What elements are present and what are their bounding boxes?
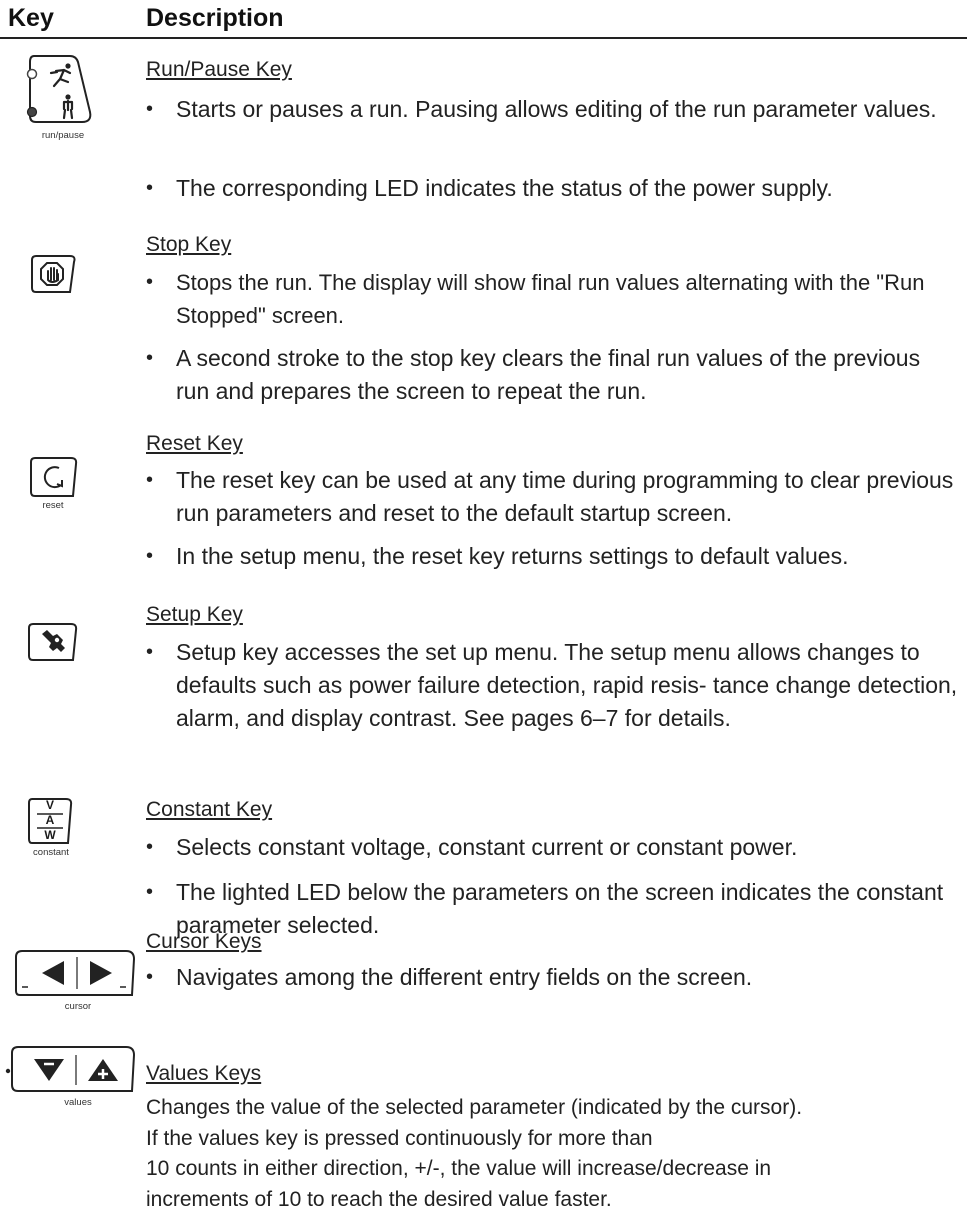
run-pause-key-title: Run/Pause Key <box>146 58 292 81</box>
setup-key-title: Setup Key <box>146 603 243 626</box>
reset-bullet-1: • The reset key can be used at any time … <box>146 467 954 526</box>
values-keys-icon <box>4 1043 140 1099</box>
column-header-key: Key <box>8 4 54 32</box>
values-line-2: If the values key is pressed continuousl… <box>146 1126 653 1150</box>
run-pause-key-icon <box>24 52 94 128</box>
constant-key-icon: V A W <box>28 797 74 845</box>
constant-key-letter-v: V <box>45 798 54 812</box>
constant-key-caption: constant <box>33 847 69 858</box>
setup-wrench-key-icon <box>27 620 79 666</box>
run-pause-bullet-1: • Starts or pauses a run. Pausing allows… <box>146 96 937 122</box>
cursor-keys-title: Cursor Keys <box>146 930 262 953</box>
constant-bullet-1: • Selects constant voltage, constant cur… <box>146 834 798 860</box>
stop-bullet-2: • A second stroke to the stop key clears… <box>146 345 921 404</box>
run-pause-key-caption: run/pause <box>41 130 85 141</box>
values-keys-description: Changes the value of the selected parame… <box>146 1093 961 1215</box>
reset-bullet-2: • In the setup menu, the reset key retur… <box>146 543 849 569</box>
values-line-1: Changes the value of the selected parame… <box>146 1096 803 1119</box>
constant-key-title: Constant Key <box>146 798 273 821</box>
run-pause-bullet-2: • The corresponding LED indicates the st… <box>146 175 833 201</box>
reset-key-title: Reset Key <box>146 432 243 455</box>
cursor-bullet-1: • Navigates among the different entry fi… <box>146 964 753 990</box>
stop-key-title: Stop Key <box>146 233 232 256</box>
values-keys-title: Values Keys <box>146 1062 262 1085</box>
cursor-keys-icon <box>14 947 140 1001</box>
values-line-3: 10 counts in either direction, +/-, the … <box>146 1157 772 1180</box>
reset-key-caption: reset <box>42 500 64 511</box>
constant-key-letter-w: W <box>44 828 56 842</box>
constant-bullet-2: • The lighted LED below the parameters o… <box>146 879 944 938</box>
values-keys-caption: values <box>64 1097 92 1108</box>
values-line-4: increments of 10 to reach the desired va… <box>146 1187 612 1211</box>
setup-bullet-1: • Setup key accesses the set up menu. Th… <box>146 639 958 731</box>
column-header-description: Description <box>146 4 284 32</box>
reset-key-icon <box>29 455 79 501</box>
header-divider <box>0 37 967 39</box>
stop-key-icon <box>30 250 78 298</box>
constant-key-letter-a: A <box>45 813 55 827</box>
cursor-keys-caption: cursor <box>64 1001 92 1012</box>
stop-bullet-1: • Stops the run. The display will show f… <box>146 270 925 328</box>
